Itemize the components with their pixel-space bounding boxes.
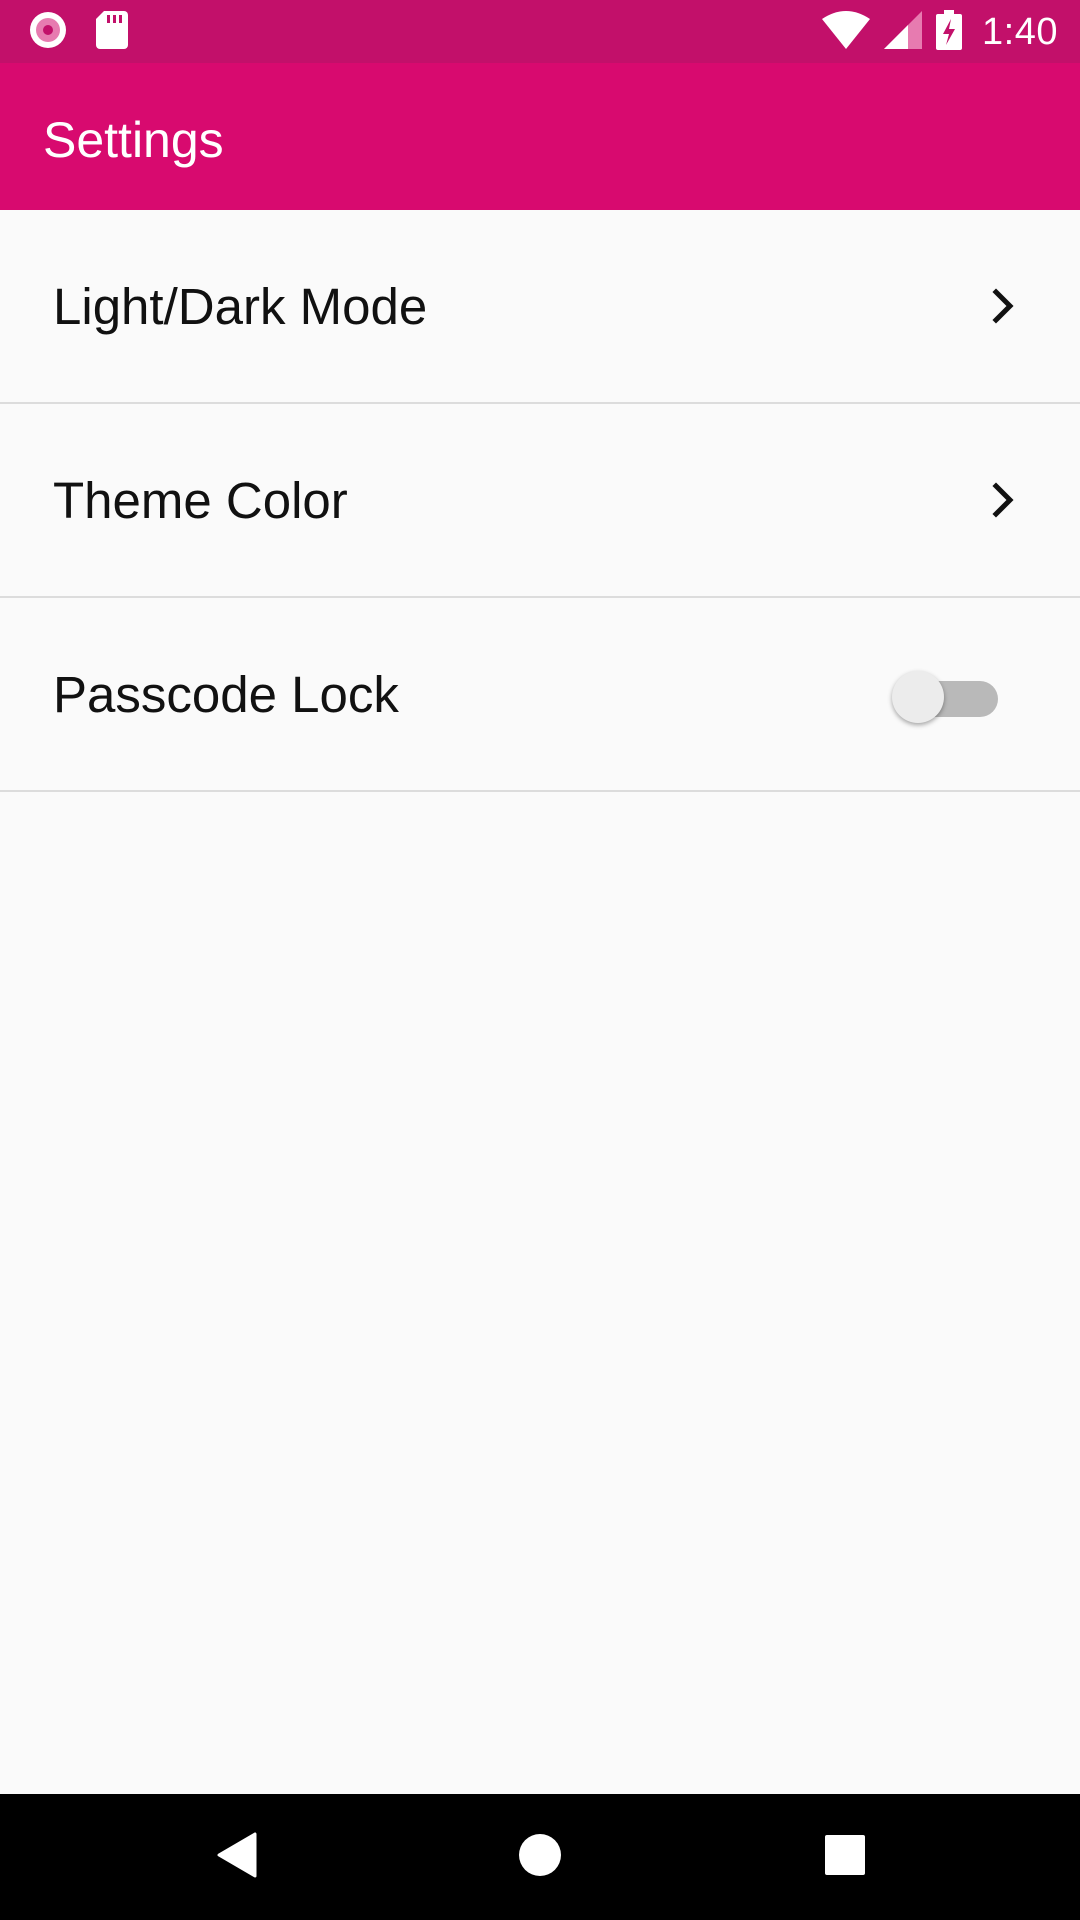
sd-card-icon xyxy=(96,10,128,54)
chevron-right-icon xyxy=(988,482,1018,518)
status-bar: 1:40 xyxy=(0,0,1080,63)
home-icon xyxy=(518,1833,562,1882)
status-time: 1:40 xyxy=(982,10,1058,53)
chevron-right-icon xyxy=(988,288,1018,324)
home-button[interactable] xyxy=(507,1824,573,1890)
wifi-icon xyxy=(822,10,871,54)
settings-item-label: Theme Color xyxy=(53,471,348,529)
battery-charging-icon xyxy=(936,9,963,55)
settings-list: Light/Dark Mode Theme Color Passcode Loc… xyxy=(0,210,1080,792)
back-button[interactable] xyxy=(204,1824,270,1890)
status-system: 1:40 xyxy=(822,8,1058,56)
page-title: Settings xyxy=(43,112,224,168)
status-notifications xyxy=(28,10,128,55)
recents-button[interactable] xyxy=(812,1824,878,1890)
settings-screen: 1:40 Settings Light/Dark Mode Theme Colo… xyxy=(0,0,1080,1920)
settings-item-passcode-lock: Passcode Lock xyxy=(0,598,1080,792)
record-icon xyxy=(28,10,68,55)
recents-icon xyxy=(825,1834,865,1880)
app-bar: Settings xyxy=(0,63,1080,210)
back-icon xyxy=(217,1832,257,1883)
settings-item-label: Light/Dark Mode xyxy=(53,277,428,335)
cell-signal-icon xyxy=(884,10,923,54)
passcode-lock-toggle[interactable] xyxy=(892,669,998,723)
navigation-bar xyxy=(0,1794,1080,1920)
settings-item-light-dark-mode[interactable]: Light/Dark Mode xyxy=(0,210,1080,404)
toggle-thumb xyxy=(892,671,944,723)
settings-item-theme-color[interactable]: Theme Color xyxy=(0,404,1080,598)
settings-item-label: Passcode Lock xyxy=(53,665,399,723)
